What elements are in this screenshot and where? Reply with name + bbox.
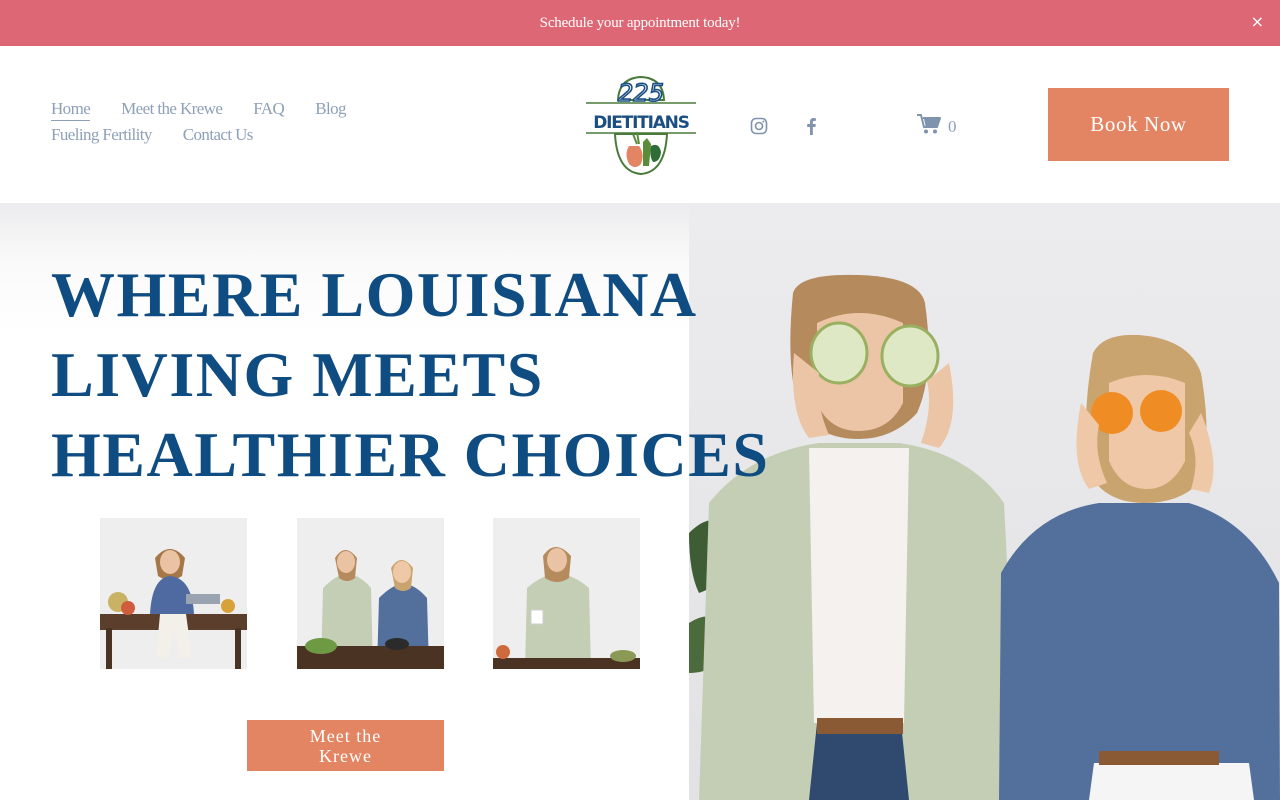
headline-line-1: WHERE LOUISIANA — [51, 259, 698, 330]
close-icon[interactable]: × — [1251, 12, 1264, 31]
cart-icon — [916, 113, 942, 140]
nav-row-2: Fueling Fertility Contact Us — [51, 125, 391, 151]
site-logo[interactable]: 225 DIETITIANS — [585, 74, 697, 176]
nav-item-meet-the-krewe[interactable]: Meet the Krewe — [121, 99, 223, 119]
nav-row-1: Home Meet the Krewe FAQ Blog — [51, 99, 391, 125]
book-now-button[interactable]: Book Now — [1048, 88, 1229, 161]
cart[interactable]: 0 — [916, 113, 957, 140]
meet-the-krewe-button[interactable]: Meet the Krewe — [247, 720, 444, 771]
main-nav: Home Meet the Krewe FAQ Blog Fueling Fer… — [51, 99, 391, 151]
gallery-thumbnail-3[interactable] — [493, 518, 640, 669]
hero-photo — [689, 203, 1280, 800]
gallery-thumbnail-1[interactable] — [100, 518, 247, 669]
cart-count: 0 — [948, 116, 957, 136]
headline-line-3: HEALTHIER CHOICES — [51, 419, 770, 490]
nav-item-home[interactable]: Home — [51, 99, 91, 121]
headline-line-2: LIVING MEETS — [51, 339, 544, 410]
logo-wordmark: DIETITIANS — [593, 113, 689, 133]
nav-item-blog[interactable]: Blog — [315, 99, 346, 119]
site-header: Home Meet the Krewe FAQ Blog Fueling Fer… — [0, 46, 1280, 203]
announcement-text[interactable]: Schedule your appointment today! — [540, 15, 741, 32]
hero-headline: WHERE LOUISIANA LIVING MEETS HEALTHIER C… — [51, 255, 771, 495]
logo-graphic: 225 DIETITIANS — [586, 75, 696, 176]
instagram-icon[interactable] — [749, 116, 769, 136]
nav-item-fueling-fertility[interactable]: Fueling Fertility — [51, 125, 152, 145]
announcement-bar[interactable]: Schedule your appointment today! × — [0, 0, 1280, 46]
gallery-thumbnail-2[interactable] — [297, 518, 444, 669]
logo-number: 225 — [618, 79, 664, 107]
meet-the-krewe-label: Meet the Krewe — [309, 725, 382, 766]
nav-item-contact-us[interactable]: Contact Us — [183, 125, 254, 145]
nav-item-faq[interactable]: FAQ — [253, 99, 285, 119]
facebook-icon[interactable] — [801, 116, 821, 136]
hero-section: WHERE LOUISIANA LIVING MEETS HEALTHIER C… — [0, 203, 1280, 800]
